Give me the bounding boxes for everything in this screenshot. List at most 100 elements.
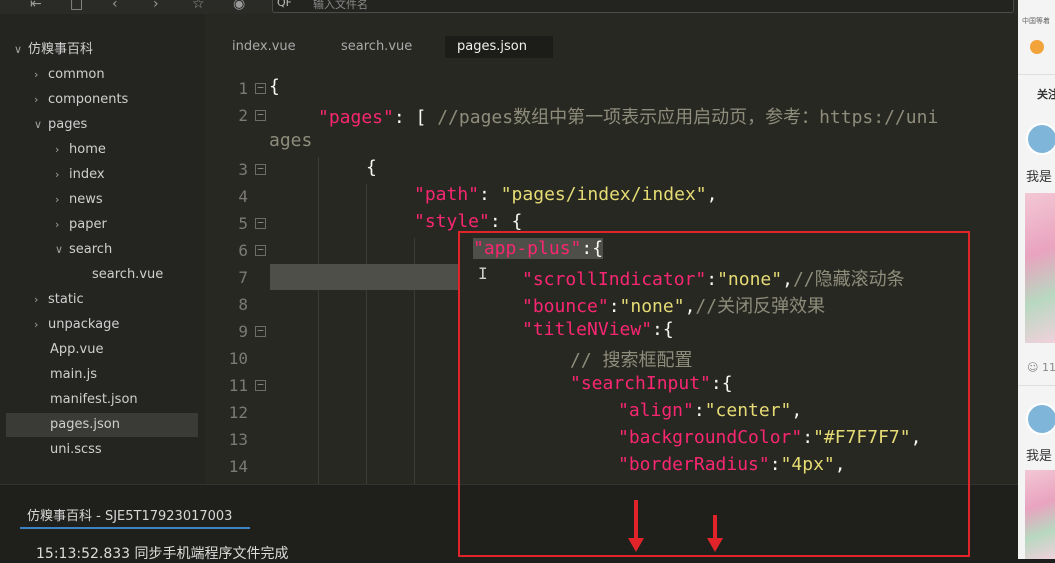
side-logo-icon xyxy=(1030,40,1044,54)
tree-item-news[interactable]: › news xyxy=(55,188,103,212)
tree-item-label: components xyxy=(48,92,129,107)
code-token: "pages" xyxy=(318,107,394,128)
collapse-icon[interactable]: ⇤ xyxy=(30,0,42,12)
back-icon[interactable]: ‹ xyxy=(112,0,118,12)
post-image[interactable] xyxy=(1025,470,1055,559)
line-number: 12 xyxy=(228,403,248,422)
chevron-down-icon: ∨ xyxy=(55,243,64,256)
code-line-4: "path": "pages/index/index", xyxy=(414,184,717,205)
tree-item-search-vue[interactable]: search.vue xyxy=(92,263,163,287)
tree-item-pages-json[interactable]: pages.json xyxy=(6,413,198,437)
tree-item-app-vue[interactable]: App.vue xyxy=(50,338,103,362)
run-icon[interactable]: ◉ xyxy=(233,0,245,12)
tree-item-label: search xyxy=(69,242,113,257)
code-token: "style" xyxy=(414,211,490,232)
annotation-arrow-shaft xyxy=(713,515,717,540)
indent-guide xyxy=(318,157,319,484)
tree-item-manifest-json[interactable]: manifest.json xyxy=(50,388,138,412)
code-line-1: { xyxy=(269,76,280,97)
fold-toggle-icon[interactable]: − xyxy=(255,217,266,229)
code-token: { xyxy=(269,76,280,97)
tree-item-common[interactable]: › common xyxy=(34,63,105,87)
annotation-arrow-down-icon xyxy=(707,538,723,552)
tree-item-label: search.vue xyxy=(92,267,164,282)
search-prefix: QF xyxy=(277,0,292,9)
tree-item-search[interactable]: ∨ search xyxy=(55,238,112,262)
comment-text: 我是 xyxy=(1026,170,1053,185)
text-selection xyxy=(270,264,460,290)
tree-item-components[interactable]: › components xyxy=(34,88,128,112)
code-line-5: "style": { xyxy=(414,211,522,232)
code-line-2: "pages": [ //pages数组中第一项表示应用启动页，参考：https… xyxy=(318,103,938,129)
fold-toggle-icon[interactable]: − xyxy=(255,244,266,256)
tree-item-label: main.js xyxy=(50,367,97,382)
tree-item-label: App.vue xyxy=(50,342,104,357)
file-search-input[interactable]: QF 输入文件名 xyxy=(272,0,1014,13)
chevron-right-icon: › xyxy=(34,318,39,331)
line-number: 11 xyxy=(228,376,248,395)
fold-toggle-icon[interactable]: − xyxy=(255,325,266,337)
comment-text: 我是 xyxy=(1026,449,1053,464)
star-icon[interactable]: ☆ xyxy=(192,0,205,12)
tree-item-pages[interactable]: ∨ pages xyxy=(34,113,87,137)
tree-item-index[interactable]: › index xyxy=(55,163,105,187)
chevron-right-icon: › xyxy=(34,93,39,106)
chevron-down-icon: ∨ xyxy=(14,43,23,56)
console-tab[interactable]: 仿糗事百科 - SJE5T17923017003 xyxy=(27,505,232,524)
code-token: : xyxy=(479,184,501,205)
chevron-right-icon: › xyxy=(34,293,39,306)
line-number: 2 xyxy=(238,106,248,125)
code-comment: ages xyxy=(269,130,313,151)
like-count: 11 xyxy=(1042,361,1055,374)
annotation-highlight-box xyxy=(458,231,970,557)
follow-tab[interactable]: 关注 xyxy=(1037,86,1055,102)
tab-index-vue[interactable]: index.vue xyxy=(232,39,296,54)
line-number: 7 xyxy=(238,268,248,287)
code-token: "path" xyxy=(414,184,480,205)
search-placeholder: 输入文件名 xyxy=(313,0,368,11)
code-token: : [ xyxy=(393,107,438,128)
tree-item-project-root[interactable]: ∨ 仿糗事百科 xyxy=(14,38,93,62)
line-number: 13 xyxy=(228,430,248,449)
line-number: 14 xyxy=(228,457,248,476)
divider xyxy=(1018,385,1055,386)
side-app-panel: 中国等着 关注 我是 ☺ 11 我是 xyxy=(1018,0,1055,559)
tab-pages-json[interactable]: pages.json xyxy=(445,36,553,58)
tree-item-label: 仿糗事百科 xyxy=(28,42,94,57)
post-image[interactable] xyxy=(1025,193,1055,343)
avatar[interactable] xyxy=(1026,403,1055,435)
code-token: , xyxy=(706,184,718,205)
annotation-arrow-shaft xyxy=(634,500,638,540)
tree-item-static[interactable]: › static xyxy=(34,288,84,312)
fold-toggle-icon[interactable]: − xyxy=(255,82,266,94)
tree-item-label: pages.json xyxy=(50,417,120,432)
fold-toggle-icon[interactable]: − xyxy=(255,379,266,391)
tree-item-label: manifest.json xyxy=(50,392,138,407)
chevron-right-icon: › xyxy=(34,68,39,81)
code-token: : { xyxy=(489,211,523,232)
divider xyxy=(1018,74,1055,75)
tree-item-home[interactable]: › home xyxy=(55,138,106,162)
file-icon[interactable]: □ xyxy=(70,0,83,12)
top-toolbar: ⇤ □ ‹ › ☆ ◉ QF 输入文件名 xyxy=(0,0,1018,14)
chevron-right-icon: › xyxy=(55,218,60,231)
avatar[interactable] xyxy=(1026,123,1055,155)
annotation-arrow-down-icon xyxy=(628,538,644,552)
tree-item-main-js[interactable]: main.js xyxy=(50,363,97,387)
tab-search-vue[interactable]: search.vue xyxy=(341,39,412,54)
tree-item-uni-scss[interactable]: uni.scss xyxy=(50,438,102,462)
tree-item-label: index xyxy=(69,167,105,182)
fold-toggle-icon[interactable]: − xyxy=(255,163,266,175)
tree-item-unpackage[interactable]: › unpackage xyxy=(34,313,119,337)
tree-item-label: unpackage xyxy=(48,317,120,332)
code-line-3: { xyxy=(366,157,377,178)
console-log-line: 15:13:52.833 同步手机端程序文件完成 xyxy=(36,546,289,562)
forward-icon[interactable]: › xyxy=(153,0,159,12)
editor-tab-bar: index.vue search.vue pages.json xyxy=(205,14,1018,64)
line-number: 4 xyxy=(238,187,248,206)
tree-item-paper[interactable]: › paper xyxy=(55,213,107,237)
code-token: { xyxy=(366,157,377,178)
fold-toggle-icon[interactable]: − xyxy=(255,109,266,121)
line-number: 6 xyxy=(238,241,248,260)
like-icon: ☺ xyxy=(1027,361,1039,374)
